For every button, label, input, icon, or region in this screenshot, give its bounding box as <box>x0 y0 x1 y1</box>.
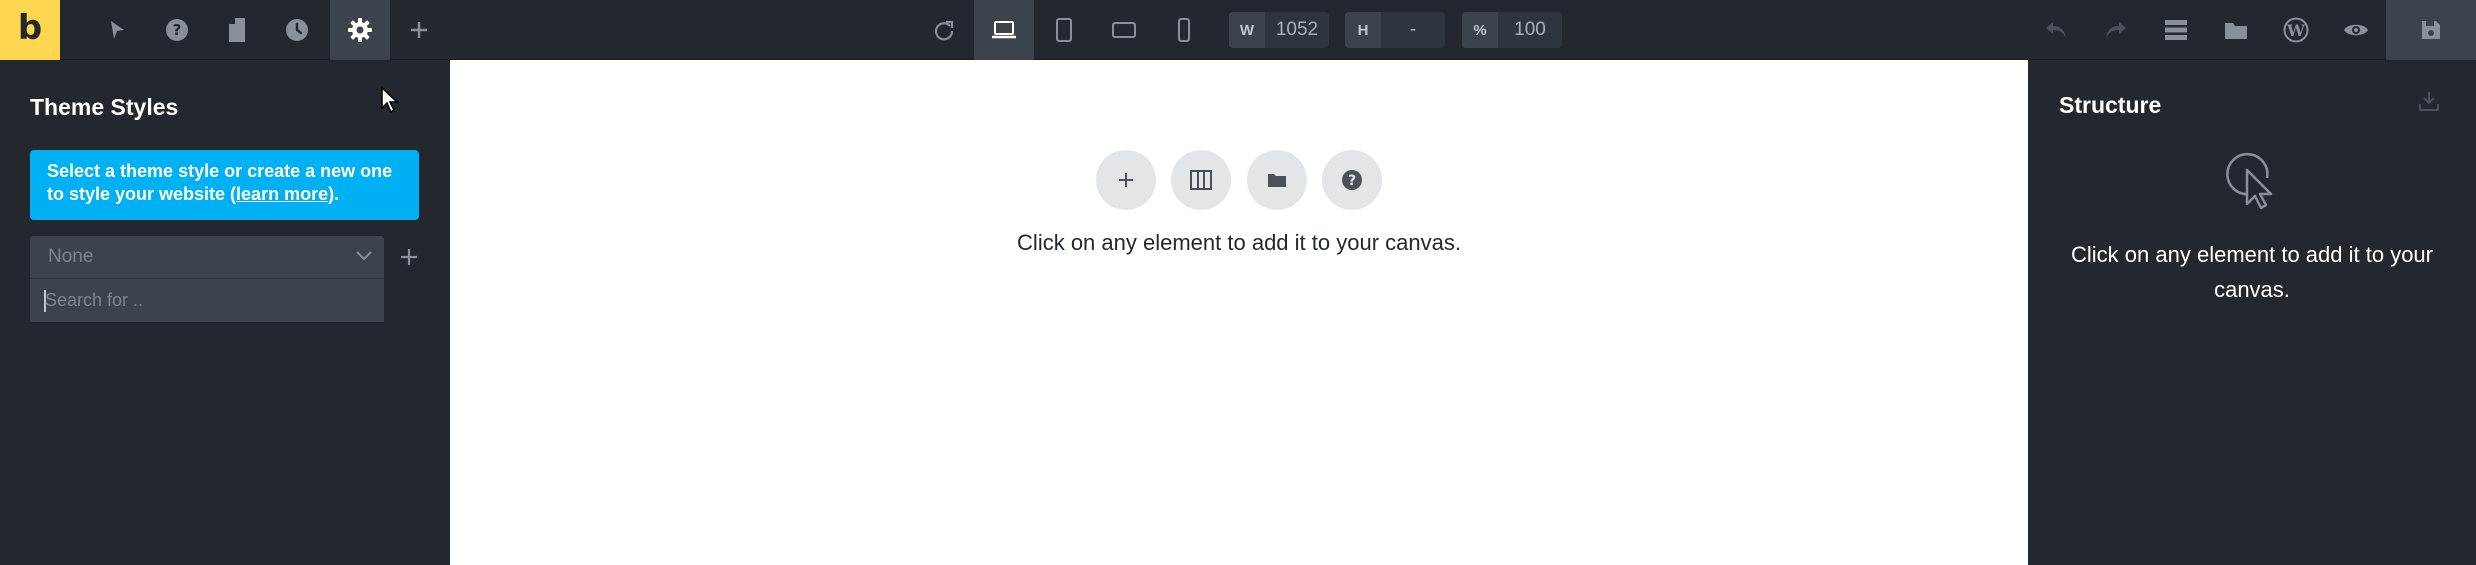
redo-icon <box>2106 22 2126 38</box>
zoom-label: % <box>1462 12 1498 48</box>
desktop-icon <box>992 21 1016 39</box>
help-button[interactable]: ? <box>147 0 207 60</box>
structure-panel: Structure Click on any element to add it… <box>2028 60 2476 565</box>
panel-title: Theme Styles <box>30 94 179 120</box>
add-button[interactable] <box>389 0 449 60</box>
add-columns-button[interactable] <box>1171 150 1231 210</box>
export-button[interactable] <box>2418 90 2440 117</box>
templates-icon <box>2225 23 2247 39</box>
mouse-cursor-icon <box>380 86 400 119</box>
width-control[interactable]: W 1052 <box>1229 12 1329 48</box>
redo-button[interactable] <box>2086 0 2146 60</box>
reload-button[interactable] <box>914 0 974 60</box>
theme-style-info-box: Select a theme style or create a new one… <box>30 150 419 220</box>
templates-button[interactable] <box>2206 0 2266 60</box>
learn-more-link[interactable]: learn more <box>236 184 328 204</box>
theme-style-search[interactable] <box>30 278 384 322</box>
pages-icon <box>229 18 245 42</box>
svg-text:?: ? <box>173 21 182 39</box>
undo-button[interactable] <box>2026 0 2086 60</box>
info-text: Select a theme style or create a new one… <box>47 161 393 204</box>
structure-empty-message: Click on any element to add it to your c… <box>2071 242 2433 302</box>
svg-text:W: W <box>2286 21 2306 40</box>
wordpress-icon: W <box>2283 17 2309 43</box>
zoom-control[interactable]: % 100 <box>1462 12 1562 48</box>
add-icon <box>411 22 427 38</box>
builder-canvas[interactable]: ? Click on any element to add it to your… <box>450 60 2028 565</box>
svg-text:?: ? <box>1348 173 1356 189</box>
columns-icon <box>1190 170 1212 190</box>
help-icon: ? <box>166 19 188 41</box>
bricks-logo[interactable]: b <box>0 0 60 60</box>
settings-icon <box>348 18 372 42</box>
download-icon <box>2419 92 2439 111</box>
pages-button[interactable] <box>207 0 267 60</box>
device-tablet-landscape-button[interactable] <box>1094 0 1154 60</box>
select-icon <box>111 21 124 39</box>
plus-icon <box>401 249 417 265</box>
structure-title: Structure <box>2059 92 2162 118</box>
structure-toggle-button[interactable] <box>2146 0 2206 60</box>
width-label: W <box>1229 12 1265 48</box>
history-icon <box>286 19 308 41</box>
search-input[interactable] <box>30 279 384 322</box>
chevron-down-icon <box>356 251 372 261</box>
structure-icon <box>2165 20 2187 40</box>
templates-folder-icon <box>1268 174 1286 187</box>
logo-letter: b <box>17 8 43 48</box>
select-element-button[interactable] <box>87 0 147 60</box>
add-theme-style-button[interactable] <box>398 246 420 268</box>
mobile-icon <box>1178 18 1190 42</box>
device-tablet-portrait-button[interactable] <box>1034 0 1094 60</box>
history-button[interactable] <box>267 0 327 60</box>
insert-template-button[interactable] <box>1247 150 1307 210</box>
device-mobile-button[interactable] <box>1154 0 1214 60</box>
add-element-button[interactable] <box>1096 150 1156 210</box>
height-control[interactable]: H - <box>1345 12 1445 48</box>
preview-icon <box>2344 24 2368 36</box>
add-element-icon <box>1119 173 1133 187</box>
settings-button[interactable] <box>330 0 390 60</box>
save-button[interactable] <box>2386 0 2476 60</box>
wordpress-button[interactable]: W <box>2266 0 2326 60</box>
select-value: None <box>48 246 94 267</box>
top-toolbar: b ? W 1052 H - % 100 W <box>0 0 2476 60</box>
save-icon <box>2422 21 2440 39</box>
zoom-input[interactable]: 100 <box>1498 12 1562 48</box>
tablet-landscape-icon <box>1112 22 1136 38</box>
device-desktop-button[interactable] <box>974 0 1034 60</box>
width-input[interactable]: 1052 <box>1265 12 1329 48</box>
info-suffix: ). <box>328 184 340 204</box>
refresh-icon <box>934 20 954 41</box>
help-icon: ? <box>1342 170 1362 190</box>
height-input[interactable]: - <box>1381 12 1445 48</box>
theme-styles-panel: Theme Styles Select a theme style or cre… <box>0 60 450 565</box>
canvas-empty-message: Click on any element to add it to your c… <box>1017 230 1461 255</box>
height-label: H <box>1345 12 1381 48</box>
pointer-click-icon <box>2223 148 2281 215</box>
theme-style-select[interactable]: None <box>30 236 384 278</box>
undo-icon <box>2046 22 2066 38</box>
canvas-help-button[interactable]: ? <box>1322 150 1382 210</box>
preview-button[interactable] <box>2326 0 2386 60</box>
tablet-portrait-icon <box>1056 18 1072 42</box>
text-caret <box>44 290 46 312</box>
